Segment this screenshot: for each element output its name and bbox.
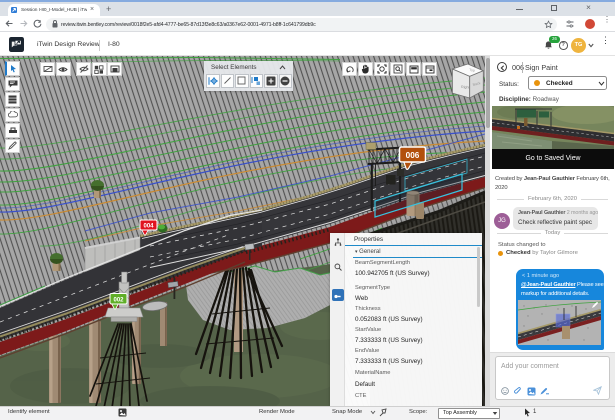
svg-text:004: 004 (143, 224, 154, 230)
svg-text:Right: Right (461, 85, 470, 90)
svg-text:Top: Top (469, 68, 475, 73)
svg-text:006: 006 (406, 151, 420, 160)
svg-text:002: 002 (113, 298, 124, 304)
